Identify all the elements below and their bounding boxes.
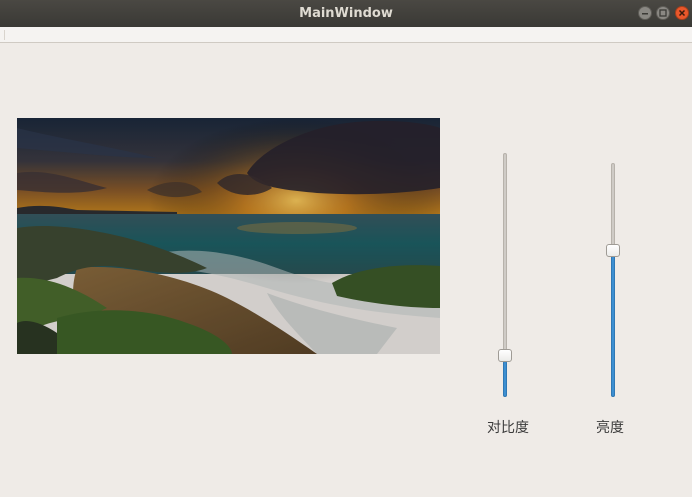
close-button[interactable] — [675, 6, 689, 20]
menu-bar-handle — [4, 30, 5, 40]
contrast-label: 对比度 — [487, 420, 529, 436]
title-bar[interactable]: MainWindow — [0, 0, 692, 27]
brightness-slider[interactable] — [603, 163, 623, 397]
menu-bar[interactable] — [0, 27, 692, 43]
contrast-slider[interactable] — [495, 153, 515, 397]
maximize-button[interactable] — [656, 6, 670, 20]
image-icon — [17, 118, 440, 354]
contrast-slider-handle[interactable] — [498, 349, 512, 362]
image-display — [17, 118, 440, 354]
main-window: MainWindow 对比度 亮度 — [0, 0, 692, 497]
window-title: MainWindow — [299, 6, 393, 21]
minimize-button[interactable] — [638, 6, 652, 20]
brightness-slider-fill — [611, 250, 615, 397]
close-icon — [678, 9, 686, 17]
contrast-slider-fill — [503, 361, 507, 397]
brightness-slider-handle[interactable] — [606, 244, 620, 257]
brightness-label: 亮度 — [596, 420, 624, 436]
minimize-icon — [642, 13, 648, 15]
maximize-icon — [659, 9, 667, 17]
